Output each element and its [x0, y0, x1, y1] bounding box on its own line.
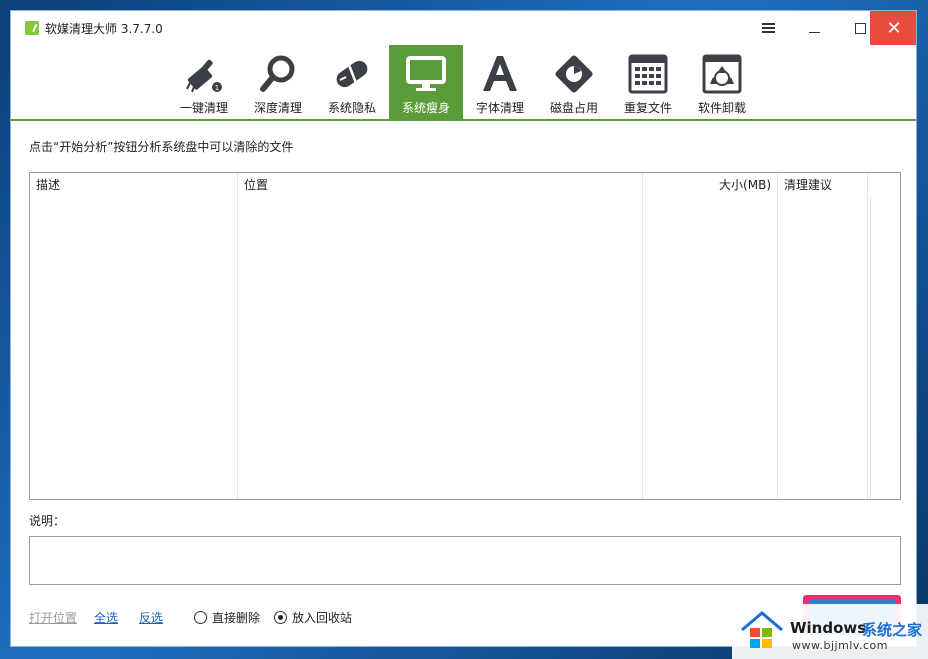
file-table[interactable]: 描述 位置 大小(MB) 清理建议	[29, 172, 901, 500]
analysis-hint: 点击“开始分析”按钮分析系统盘中可以清除的文件	[29, 140, 294, 154]
tool-disk-usage[interactable]: 磁盘占用	[537, 45, 611, 119]
watermark-url: www.bjjmlv.com	[792, 639, 888, 652]
tool-label: 一键清理	[179, 101, 228, 115]
watermark-brand: Windows	[790, 619, 867, 637]
tool-one-click-clean[interactable]: 1 一键清理	[167, 45, 241, 119]
capsule-icon	[330, 51, 374, 97]
grid-file-icon	[626, 51, 670, 97]
minimize-button[interactable]	[791, 11, 837, 45]
column-divider	[237, 173, 238, 499]
app-window: 软媒清理大师 3.7.7.0 ✕ 1 一键清理 深度清理 系统隐私 系统瘦身 字…	[10, 10, 917, 647]
open-location-link[interactable]: 打开位置	[29, 609, 77, 626]
tool-label: 软件卸载	[697, 101, 746, 115]
tool-system-slim[interactable]: 系统瘦身	[389, 45, 463, 119]
scrollbar-track[interactable]	[870, 197, 871, 499]
windows-house-logo-icon	[741, 611, 783, 648]
radio-label: 放入回收站	[292, 611, 353, 625]
svg-text:1: 1	[215, 84, 219, 92]
app-logo-icon	[25, 21, 39, 35]
close-icon: ✕	[886, 17, 902, 39]
column-header-location[interactable]: 位置	[238, 173, 274, 197]
monitor-icon	[404, 51, 448, 97]
tool-label: 磁盘占用	[549, 101, 598, 115]
column-header-suggestion[interactable]: 清理建议	[778, 173, 838, 197]
recycle-bin-icon	[700, 51, 744, 97]
radio-circle	[194, 611, 207, 624]
description-box	[29, 536, 901, 585]
radio-recycle-bin[interactable]: 放入回收站	[274, 609, 352, 626]
disk-pie-icon	[552, 51, 596, 97]
column-header-description[interactable]: 描述	[30, 173, 66, 197]
column-divider	[867, 173, 868, 499]
tool-duplicate-files[interactable]: 重复文件	[611, 45, 685, 119]
hamburger-icon	[761, 23, 775, 33]
main-toolbar: 1 一键清理 深度清理 系统隐私 系统瘦身 字体清理 磁盘占用 重复文件 软件卸…	[11, 45, 916, 121]
close-button[interactable]: ✕	[870, 11, 916, 45]
minimize-icon	[808, 31, 820, 33]
select-all-link[interactable]: 全选	[94, 609, 118, 626]
tool-font-clean[interactable]: 字体清理	[463, 45, 537, 119]
brush-icon: 1	[182, 51, 226, 97]
radio-direct-delete[interactable]: 直接删除	[194, 609, 260, 626]
tool-label: 深度清理	[253, 101, 302, 115]
font-a-icon	[478, 51, 522, 97]
radio-label: 直接删除	[212, 611, 261, 625]
tool-label: 字体清理	[475, 101, 524, 115]
menu-button[interactable]	[745, 11, 791, 45]
tool-label: 系统瘦身	[401, 101, 450, 115]
tool-deep-clean[interactable]: 深度清理	[241, 45, 315, 119]
column-divider	[642, 173, 643, 499]
title-bar: 软媒清理大师 3.7.7.0 ✕	[11, 11, 916, 45]
window-title: 软媒清理大师 3.7.7.0	[45, 22, 163, 36]
radio-circle	[274, 611, 287, 624]
tool-system-privacy[interactable]: 系统隐私	[315, 45, 389, 119]
watermark-brand-cn: 系统之家	[862, 621, 923, 639]
invert-selection-link[interactable]: 反选	[139, 609, 163, 626]
maximize-icon	[854, 22, 866, 34]
site-watermark: Windows 系统之家 www.bjjmlv.com	[732, 604, 928, 659]
tool-label: 重复文件	[623, 101, 672, 115]
magnifier-icon	[256, 51, 300, 97]
tool-software-uninstall[interactable]: 软件卸载	[685, 45, 759, 119]
column-header-size[interactable]: 大小(MB)	[643, 173, 777, 197]
tool-label: 系统隐私	[327, 101, 376, 115]
description-label: 说明：	[29, 514, 66, 528]
column-divider	[777, 173, 778, 499]
